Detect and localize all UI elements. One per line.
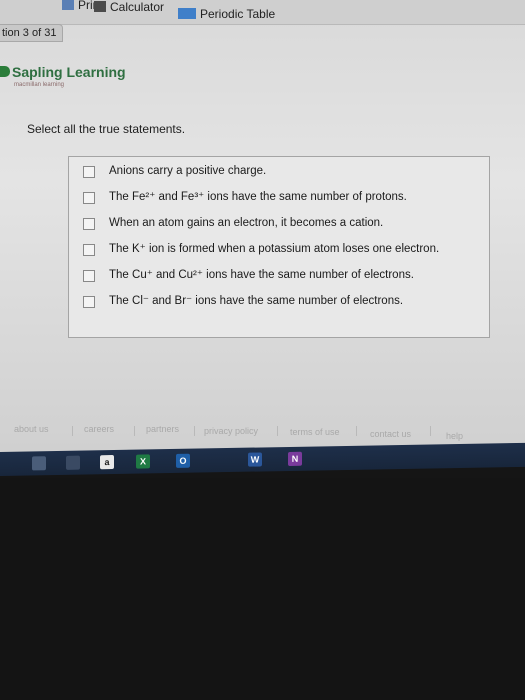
footer-divider [277,426,278,436]
start-icon[interactable] [32,456,46,471]
option-checkbox[interactable] [83,244,95,256]
footer-divider [356,426,357,436]
browser-screen: Print Calculator Periodic Table tion 3 o… [0,0,525,452]
word-icon[interactable]: W [248,452,262,467]
outlook-icon[interactable]: O [176,453,190,468]
option-label: The Cl⁻ and Br⁻ ions have the same numbe… [109,295,404,307]
sapling-leaf-icon [0,66,10,77]
monitor-bezel [0,478,525,700]
question-prompt: Select all the true statements. [27,122,186,136]
option-label: The K⁺ ion is formed when a potassium at… [109,243,440,255]
option-label: Anions carry a positive charge. [109,165,267,177]
option-checkbox[interactable] [83,296,95,308]
option-checkbox[interactable] [83,166,95,178]
options-panel: Anions carry a positive charge. The Fe²⁺… [68,156,490,338]
periodic-table-icon [178,8,196,19]
site-footer: about us careers partners privacy policy… [0,424,525,441]
excel-icon[interactable]: X [136,454,150,469]
option-label: When an atom gains an electron, it becom… [109,217,384,229]
option-label: The Cu⁺ and Cu²⁺ ions have the same numb… [109,269,414,281]
footer-link-terms[interactable]: terms of use [290,427,340,437]
footer-link-about[interactable]: about us [14,424,49,434]
option-checkbox[interactable] [83,218,95,230]
footer-link-privacy[interactable]: privacy policy [204,426,258,436]
option-label: The Fe²⁺ and Fe³⁺ ions have the same num… [109,191,407,203]
footer-divider [430,426,431,436]
calculator-icon [94,1,106,12]
amazon-icon[interactable]: a [100,455,114,470]
brand-subtitle: macmillan learning [14,82,65,88]
footer-divider [134,426,135,436]
footer-link-help[interactable]: help [446,431,463,441]
bookmarks-bar: Print Calculator Periodic Table [0,0,525,25]
footer-link-careers[interactable]: careers [84,424,114,434]
onenote-icon[interactable]: N [288,451,302,466]
bookmark-calculator[interactable]: Calculator [94,0,164,14]
footer-link-partners[interactable]: partners [146,424,179,434]
option-checkbox[interactable] [83,192,95,204]
option-checkbox[interactable] [83,270,95,282]
footer-link-contact[interactable]: contact us [370,429,411,439]
store-icon[interactable] [66,455,80,470]
brand-name: Sapling Learning [12,64,126,80]
footer-divider [72,426,73,436]
footer-divider [194,426,195,436]
print-icon [62,0,74,10]
tab-question-progress[interactable]: tion 3 of 31 [0,24,64,42]
bookmark-periodic-table[interactable]: Periodic Table [178,7,275,21]
tab-strip: tion 3 of 31 [0,24,525,42]
